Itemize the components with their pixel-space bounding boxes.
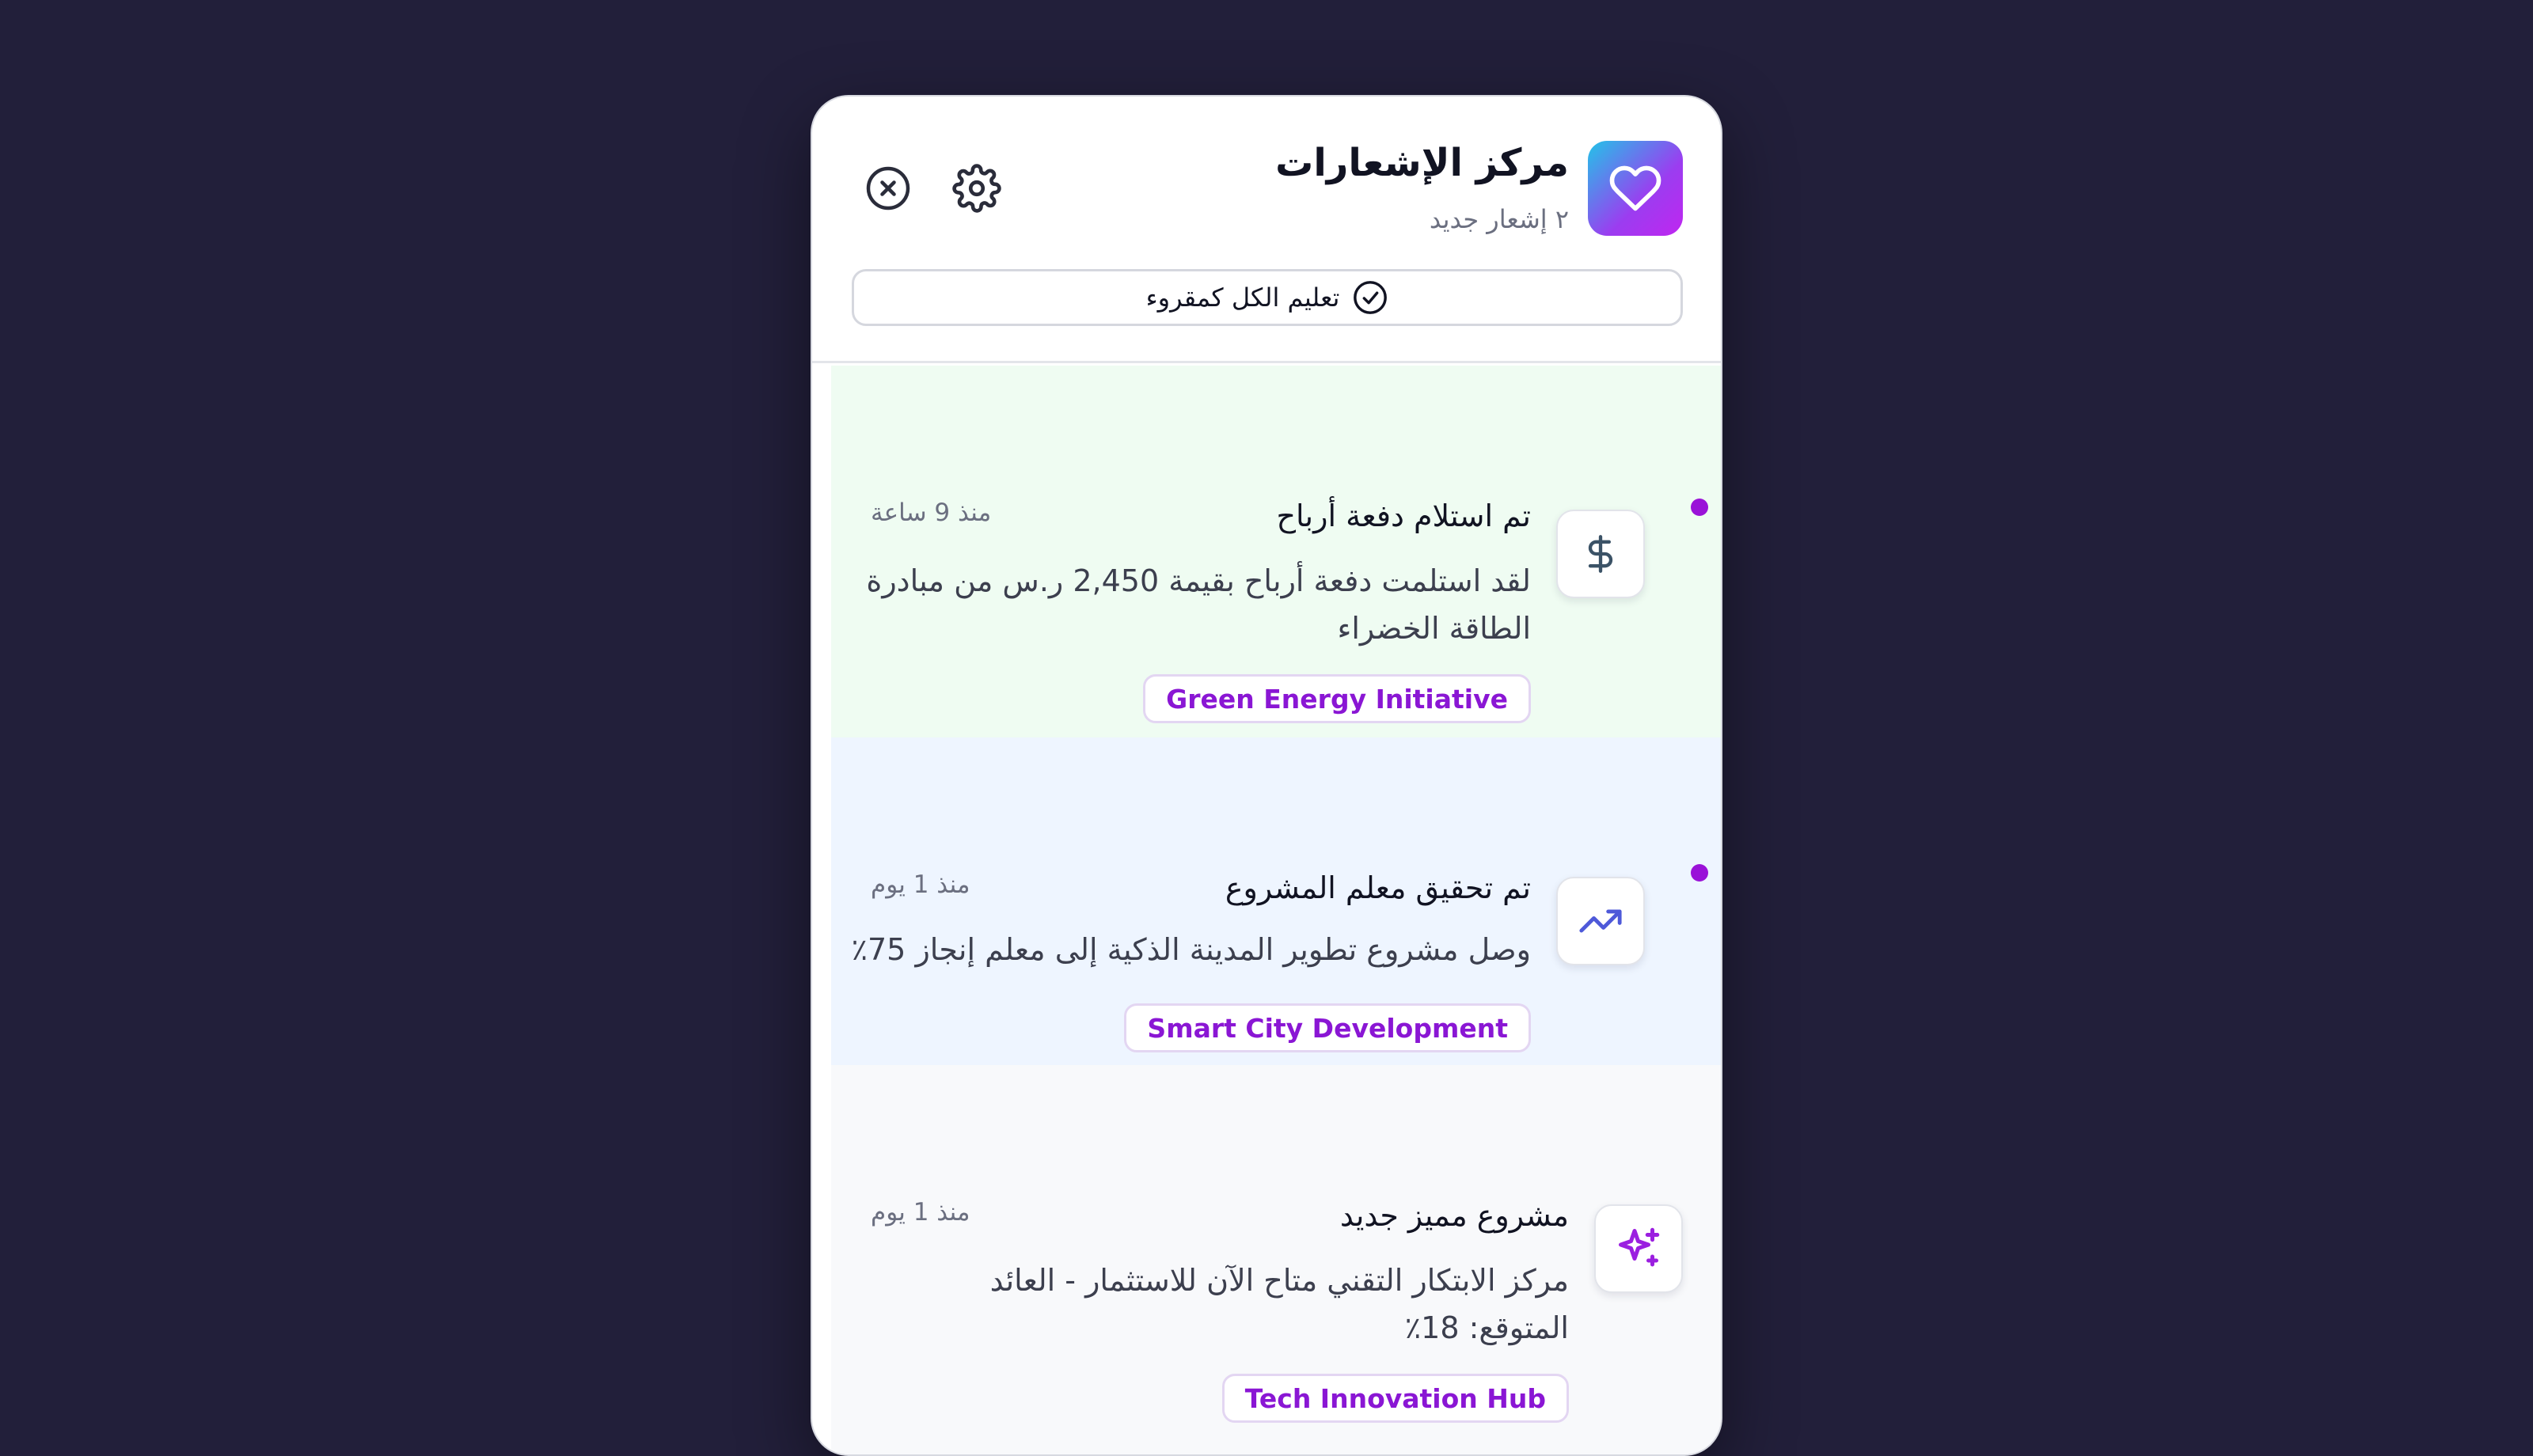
sparkles-icon [1619, 1227, 1660, 1267]
notification-body: لقد استلمت دفعة أرباح بقيمة 2,450 ر.س من… [866, 563, 1531, 646]
notification-time: منذ 1 يوم [871, 870, 970, 899]
project-tag[interactable]: Smart City Development [1124, 1003, 1531, 1052]
notification-title: تم استلام دفعة أرباح [1276, 499, 1531, 533]
new-count-subtitle: ٢ إشعار جديد [1429, 204, 1569, 234]
notification-center-panel: مركز الإشعارات ٢ إشعار جديد تعليم الكل ك… [811, 95, 1722, 1456]
notification-time: منذ 9 ساعة [871, 499, 992, 527]
notification-icon-box [1556, 877, 1645, 965]
check-circle-icon [1354, 281, 1388, 314]
mark-all-read-button[interactable]: تعليم الكل كمقروء [852, 269, 1683, 326]
notification-item[interactable]: مشروع مميز جديد منذ 1 يوم مركز الابتكار … [831, 1065, 1721, 1454]
notification-title: مشروع مميز جديد [1339, 1198, 1569, 1233]
unread-indicator [1691, 499, 1708, 516]
close-circle-icon [866, 166, 910, 210]
notification-body: وصل مشروع تطوير المدينة الذكية إلى معلم … [851, 932, 1531, 967]
notification-icon-box [1594, 1204, 1683, 1293]
project-tag[interactable]: Green Energy Initiative [1143, 674, 1531, 723]
app-logo [1588, 141, 1683, 236]
close-button[interactable] [863, 163, 913, 214]
notification-time: منذ 1 يوم [871, 1198, 970, 1227]
mark-all-read-label: تعليم الكل كمقروء [1145, 282, 1340, 313]
header-divider [812, 361, 1721, 363]
notification-item[interactable]: تم تحقيق معلم المشروع منذ 1 يوم وصل مشرو… [831, 737, 1721, 1065]
dollar-icon [1588, 535, 1613, 573]
notification-title: تم تحقيق معلم المشروع [1225, 870, 1531, 905]
unread-indicator [1691, 864, 1708, 882]
settings-button[interactable] [951, 163, 1002, 214]
project-tag[interactable]: Tech Innovation Hub [1221, 1374, 1569, 1423]
page-title: مركز الإشعارات [1275, 141, 1569, 185]
notification-body: مركز الابتكار التقني متاح الآن للاستثمار… [989, 1263, 1569, 1345]
notification-icon-box [1556, 510, 1645, 598]
trending-up-icon [1579, 909, 1622, 933]
notification-item[interactable]: تم استلام دفعة أرباح منذ 9 ساعة لقد استل… [831, 366, 1721, 737]
heart-icon [1609, 165, 1661, 211]
gear-icon [952, 164, 1001, 213]
